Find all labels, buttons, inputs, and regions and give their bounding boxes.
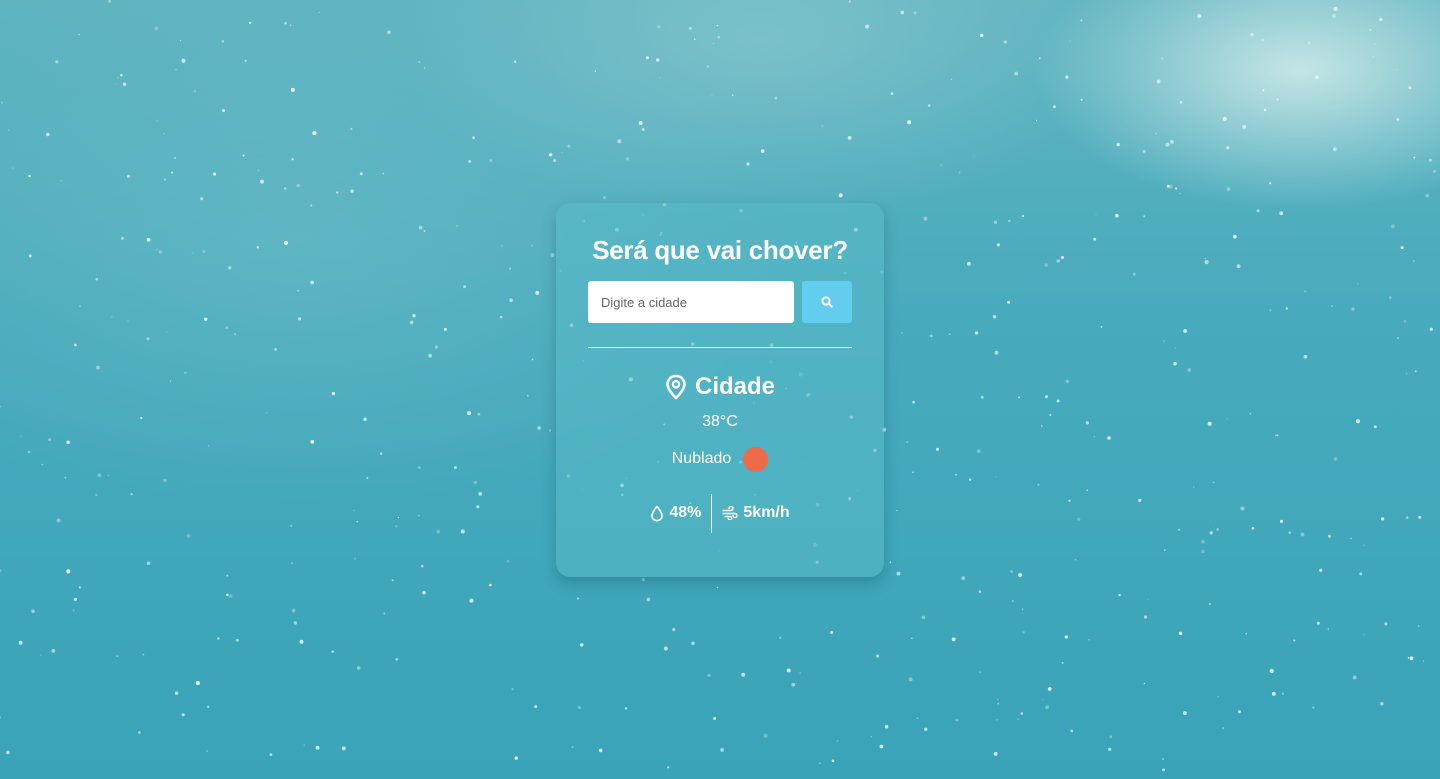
search-button[interactable] <box>802 281 852 323</box>
search-icon <box>821 296 833 308</box>
city-search-input[interactable] <box>588 281 794 323</box>
weather-condition-icon <box>743 446 769 472</box>
map-pin-icon <box>665 374 687 400</box>
weather-description-row: Nublado <box>588 446 852 472</box>
city-heading: Cidade <box>588 372 852 402</box>
city-name: Cidade <box>694 373 775 400</box>
wind-speed: 5km/h <box>712 503 799 523</box>
weather-card: Será que vai chover? Cidade 38°C Nublado <box>556 203 884 577</box>
page-title: Será que vai chover? <box>592 235 848 265</box>
weather-description: Nublado <box>671 450 732 467</box>
wind-icon <box>722 506 739 520</box>
divider <box>588 347 852 348</box>
weather-details: 48% 5km/h <box>588 493 852 533</box>
temperature: 38°C <box>702 413 738 430</box>
wind-value: 5km/h <box>743 504 790 521</box>
humidity: 48% <box>640 503 711 523</box>
search-form <box>588 281 852 323</box>
humidity-value: 48% <box>669 504 702 521</box>
droplet-icon <box>650 505 664 522</box>
